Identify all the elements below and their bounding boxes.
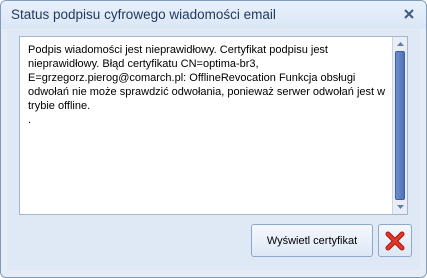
- scrollbar-thumb[interactable]: [395, 51, 405, 200]
- close-window-button[interactable]: [400, 5, 418, 23]
- scroll-up-arrow-icon: [396, 42, 404, 46]
- message-text: Podpis wiadomości jest nieprawidłowy. Ce…: [28, 44, 386, 126]
- dialog-body: Podpis wiadomości jest nieprawidłowy. Ce…: [7, 30, 420, 270]
- scroll-down-button[interactable]: [393, 201, 407, 213]
- title-bar[interactable]: Status podpisu cyfrowego wiadomości emai…: [1, 1, 426, 29]
- window-title: Status podpisu cyfrowego wiadomości emai…: [11, 7, 276, 22]
- message-textbox[interactable]: Podpis wiadomości jest nieprawidłowy. Ce…: [19, 36, 408, 215]
- cancel-button[interactable]: [378, 224, 412, 257]
- vertical-scrollbar[interactable]: [392, 37, 407, 214]
- show-certificate-label: Wyświetl certyfikat: [266, 234, 358, 247]
- signature-status-dialog: Status podpisu cyfrowego wiadomości emai…: [0, 0, 427, 278]
- scroll-down-arrow-icon: [396, 205, 404, 209]
- red-x-icon: [385, 231, 405, 250]
- show-certificate-button[interactable]: Wyświetl certyfikat: [251, 224, 373, 257]
- close-icon: [404, 9, 414, 19]
- scroll-up-button[interactable]: [393, 38, 407, 50]
